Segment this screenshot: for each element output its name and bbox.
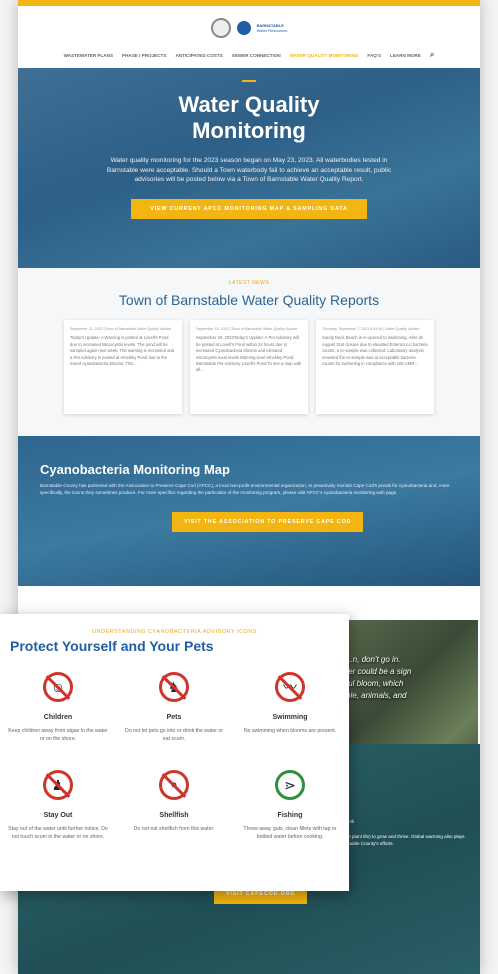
advisory-item: ☺ Children Keep children away from algae i… [0, 672, 116, 770]
reports-kicker: LATEST NEWS [228, 280, 270, 286]
visit-apcc-button[interactable]: VISIT THE ASSOCIATION TO PRESERVE CAPE C… [172, 512, 364, 532]
advisory-item: ♟ Stay Out Stay out of the water until fur… [0, 770, 116, 868]
nav-item-phase-i-projects[interactable]: PHASE I PROJECTS [122, 53, 166, 58]
advisory-title: Children [43, 714, 73, 721]
logo-row[interactable]: BARNSTABLE Water Resources [18, 6, 480, 42]
reports-title: Town of Barnstable Water Quality Reports [118, 292, 380, 308]
report-meta: September 21, 2023 | Town of Barnstable … [70, 327, 172, 331]
advisory-title: Pets [166, 714, 182, 721]
photo-caption: ...n, don't go in. ter could be a sign f… [346, 655, 412, 700]
report-card[interactable]: September 15, 2023 | Town of Barnstable … [190, 320, 308, 414]
cyano-title: Cyanobacteria Monitoring Map [40, 462, 230, 477]
cyanobacteria-map-section: Cyanobacteria Monitoring Map Barnstable … [18, 436, 480, 586]
advisory-description: No swimming when blooms are present. [243, 728, 337, 734]
nav-item-faq-s[interactable]: FAQ's [367, 53, 381, 58]
report-meta: Thursday, September 7, 2023 8:24:46 | Wa… [322, 327, 420, 331]
icon-glyph: ⋗ [284, 777, 296, 793]
children-icon: ☺ [43, 672, 73, 702]
advisory-title: Shellfish [159, 812, 189, 819]
view-monitoring-map-button[interactable]: VIEW CURRENT APCC MONITORING MAP & SAMPL… [131, 198, 367, 219]
nav-item-sewer-connection[interactable]: SEWER CONNECTION [232, 53, 281, 58]
report-card[interactable]: Thursday, September 7, 2023 8:24:46 | Wa… [316, 320, 434, 414]
report-meta: September 15, 2023 | Town of Barnstable … [196, 327, 298, 331]
advisory-item: ♞ Pets Do not let pets go into or drink th… [116, 672, 232, 770]
page-title: Water Quality Monitoring [178, 92, 320, 143]
water-drop-logo [236, 21, 251, 35]
advisory-description: Stay out of the water until further noti… [8, 826, 108, 840]
fishing-icon: ⋗ [275, 770, 305, 800]
pets-kicker: UNDERSTANDING CYANOBACTERIA ADVISORY ICO… [92, 629, 257, 635]
shellfish-icon: ⚬ [159, 770, 189, 800]
advisory-description: Do not eat shellfish from this water. [133, 826, 215, 832]
advisory-description: Throw away guts, clean fillets with tap … [243, 826, 337, 840]
nav-item-wastewater-plans[interactable]: WASTEWATER PLANS [64, 53, 113, 58]
pets-icon: ♞ [159, 672, 189, 702]
stay-out-icon: ♟ [43, 770, 73, 800]
pets-title: Protect Yourself and Your Pets [10, 638, 214, 654]
advisory-icon-grid: ☺ Children Keep children away from algae i… [0, 672, 349, 868]
advisory-title: Stay Out [43, 812, 73, 819]
swimming-icon: 〰 [275, 672, 305, 702]
hero-section: Water Quality Monitoring Water quality m… [18, 68, 480, 268]
icon-glyph: ☺ [50, 679, 66, 695]
org-line-2: Water Resources [256, 28, 288, 33]
hero-description: Water quality monitoring for the 2023 se… [106, 157, 392, 183]
report-excerpt: Today's Update: A Warning is posted at L… [70, 335, 175, 367]
report-card[interactable]: September 21, 2023 | Town of Barnstable … [64, 320, 182, 414]
report-excerpt: September 29, 2023Today's Update: A Pet … [196, 335, 302, 373]
search-icon[interactable]: ⌕ [430, 50, 434, 60]
org-name: BARNSTABLE Water Resources [257, 23, 288, 33]
advisory-description: Keep children away from algae in the wat… [8, 728, 108, 742]
reports-section: LATEST NEWS Town of Barnstable Water Qua… [18, 268, 480, 436]
report-excerpt: Sandy Neck Beach is re-opened to swimmin… [322, 335, 428, 367]
nav-item-water-quality-monitoring[interactable]: WATER QUALITY MONITORING [290, 53, 359, 58]
advisory-item: 〰 Swimming No swimming when blooms are pre… [232, 672, 348, 770]
nav-item-learn-more[interactable]: LEARN MORE [390, 53, 421, 58]
advisory-title: Fishing [277, 812, 303, 819]
report-cards: September 21, 2023 | Town of Barnstable … [18, 320, 480, 414]
icon-glyph: ♟ [51, 777, 65, 793]
advisory-item: ⚬ Shellfish Do not eat shellfish from this… [116, 770, 232, 868]
advisory-item: ⋗ Fishing Throw away guts, clean fillets w… [232, 770, 348, 868]
town-seal-logo [210, 18, 231, 38]
pets-advisory-panel: UNDERSTANDING CYANOBACTERIA ADVISORY ICO… [0, 614, 349, 891]
cyano-description: Barnstable County has partnered with the… [40, 483, 450, 495]
hero-accent-dash [242, 80, 256, 82]
advisory-description: Do not let pets go into or drink the wat… [124, 728, 224, 742]
main-nav: WASTEWATER PLANS PHASE I PROJECTS ANTICIPA… [18, 42, 480, 68]
icon-glyph: ⚬ [168, 777, 180, 793]
nav-item-anticipated-costs[interactable]: ANTICIPATED COSTS [175, 53, 222, 58]
icon-glyph: ♞ [167, 679, 181, 695]
icon-glyph: 〰 [283, 679, 297, 695]
advisory-title: Swimming [272, 714, 308, 721]
